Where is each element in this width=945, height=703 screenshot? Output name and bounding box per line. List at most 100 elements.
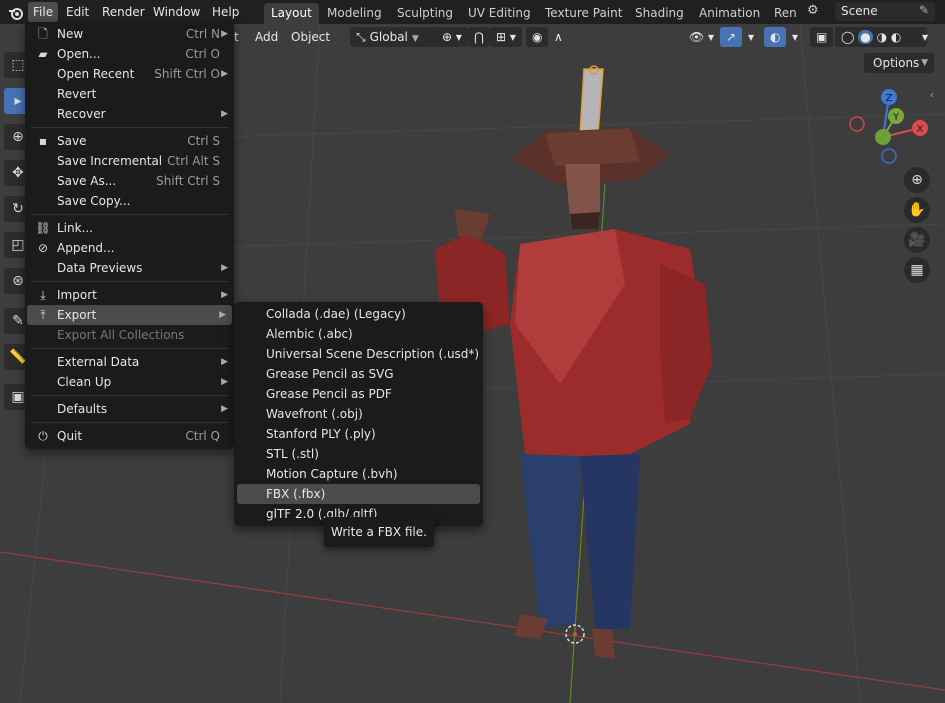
folder-icon: ▰	[38, 47, 48, 61]
export-item-stanford-ply[interactable]: Stanford PLY (.ply)	[234, 424, 483, 444]
navigation-gizmo[interactable]: X Y Z	[842, 88, 932, 178]
export-item-collada[interactable]: Collada (.dae) (Legacy)	[234, 304, 483, 324]
menu-item-save[interactable]: ▪ Save Ctrl S	[25, 131, 234, 151]
menu-item-save-copy[interactable]: Save Copy...	[25, 191, 234, 211]
menu-item-save-incremental[interactable]: Save Incremental Ctrl Alt S	[25, 151, 234, 171]
zoom-icon[interactable]: ⊕	[904, 167, 930, 193]
menu-item-shortcut: Shift Ctrl S	[156, 174, 220, 188]
menu-item-defaults[interactable]: Defaults ▶	[25, 399, 234, 419]
rendered-shading-icon[interactable]: ◐	[891, 30, 901, 44]
menu-item-revert[interactable]: Revert	[25, 84, 234, 104]
menu-item-label: Export All Collections	[57, 328, 185, 342]
menu-item-new[interactable]: 🗋 New Ctrl N ▶	[25, 24, 234, 44]
orientation-dropdown[interactable]: ⤡ Global ▼	[350, 27, 438, 47]
gizmo-dropdown-button[interactable]: ▾	[742, 27, 760, 47]
menu-item-append[interactable]: ⊘ Append...	[25, 238, 234, 258]
tab-modeling[interactable]: Modeling	[320, 3, 389, 24]
wireframe-shading-icon[interactable]: ◯	[841, 30, 854, 44]
overlay-toggle-button[interactable]: ◐	[764, 27, 787, 47]
top-bar: File Edit Render Window Help Layout Mode…	[0, 0, 945, 24]
submenu-arrow-icon: ▶	[219, 310, 226, 320]
tab-rendering-truncated[interactable]: Ren	[767, 3, 804, 24]
pivot-point-button[interactable]: ⊕ ▾	[436, 27, 468, 47]
menu-render[interactable]: Render	[97, 2, 150, 22]
tab-shading[interactable]: Shading	[628, 3, 691, 24]
snap-toggle-button[interactable]: ⋂	[468, 27, 490, 47]
menu-edit[interactable]: Edit	[61, 2, 94, 22]
gizmo-toggle-button[interactable]: ↗	[720, 27, 743, 47]
menu-item-quit[interactable]: ⏻ Quit Ctrl Q	[25, 426, 234, 446]
header-add-menu[interactable]: Add	[249, 27, 284, 47]
overlay-dropdown-button[interactable]: ▾	[786, 27, 804, 47]
menu-item-recover[interactable]: Recover ▶	[25, 104, 234, 124]
menu-item-data-previews[interactable]: Data Previews ▶	[25, 258, 234, 278]
tab-uv-editing[interactable]: UV Editing	[461, 3, 538, 24]
export-item-grease-pencil-svg[interactable]: Grease Pencil as SVG	[234, 364, 483, 384]
export-item-motion-capture-bvh[interactable]: Motion Capture (.bvh)	[234, 464, 483, 484]
camera-view-icon[interactable]: 🎥	[904, 227, 930, 253]
menu-item-label: Open Recent	[57, 67, 135, 81]
proportional-edit-button[interactable]: ◉	[526, 27, 549, 47]
menu-separator	[31, 395, 228, 396]
sidebar-expand-icon[interactable]: ‹	[930, 90, 934, 101]
shading-mode-buttons[interactable]: ◯ ● ◑ ◐	[835, 27, 927, 47]
options-button[interactable]: Options ▼	[864, 53, 934, 73]
blender-logo-icon[interactable]	[3, 2, 29, 22]
power-icon: ⏻	[38, 429, 48, 443]
export-item-usd[interactable]: Universal Scene Description (.usd*)	[234, 344, 483, 364]
tab-layout[interactable]: Layout	[264, 3, 319, 24]
export-item-label: Grease Pencil as PDF	[266, 387, 392, 401]
tab-texture-paint[interactable]: Texture Paint	[538, 3, 629, 24]
z-axis-label: Z	[886, 93, 893, 104]
save-icon: ▪	[38, 134, 48, 148]
menu-item-export[interactable]: ⤒ Export ▶	[27, 305, 232, 325]
export-item-stl[interactable]: STL (.stl)	[234, 444, 483, 464]
transform-orientation-icon: ⤡	[356, 30, 366, 44]
menu-item-label: Save Copy...	[57, 194, 131, 208]
menu-item-import[interactable]: ⤓ Import ▶	[25, 285, 234, 305]
visibility-button[interactable]: 👁 ▾	[683, 27, 720, 47]
submenu-arrow-icon: ▶	[221, 290, 228, 300]
menu-item-save-as[interactable]: Save As... Shift Ctrl S	[25, 171, 234, 191]
pin-icon[interactable]: ✎	[919, 3, 929, 17]
export-item-grease-pencil-pdf[interactable]: Grease Pencil as PDF	[234, 384, 483, 404]
menu-item-link[interactable]: ⛓ Link...	[25, 218, 234, 238]
shading-dropdown-button[interactable]: ▾	[916, 27, 934, 47]
tab-animation[interactable]: Animation	[692, 3, 767, 24]
tab-sculpting[interactable]: Sculpting	[390, 3, 460, 24]
menu-file[interactable]: File	[28, 2, 59, 22]
menu-separator	[31, 348, 228, 349]
menu-item-shortcut: Ctrl Alt S	[167, 154, 220, 168]
export-item-wavefront-obj[interactable]: Wavefront (.obj)	[234, 404, 483, 424]
submenu-arrow-icon: ▶	[221, 357, 228, 367]
snap-target-button[interactable]: ⊞ ▾	[490, 27, 522, 47]
export-item-label: Motion Capture (.bvh)	[266, 467, 398, 481]
export-item-alembic[interactable]: Alembic (.abc)	[234, 324, 483, 344]
menu-item-external-data[interactable]: External Data ▶	[25, 352, 234, 372]
header-object-menu[interactable]: Object	[285, 27, 336, 47]
submenu-arrow-icon: ▶	[221, 263, 228, 273]
menu-item-clean-up[interactable]: Clean Up ▶	[25, 372, 234, 392]
menu-item-open-recent[interactable]: Open Recent Shift Ctrl O ▶	[25, 64, 234, 84]
orientation-value: Global	[369, 30, 408, 44]
menu-separator	[31, 281, 228, 282]
submenu-arrow-icon: ▶	[221, 29, 228, 39]
menu-item-open[interactable]: ▰ Open... Ctrl O	[25, 44, 234, 64]
export-item-label: Wavefront (.obj)	[266, 407, 363, 421]
export-item-label: Alembic (.abc)	[266, 327, 353, 341]
export-item-fbx[interactable]: FBX (.fbx)	[237, 484, 480, 504]
menu-window[interactable]: Window	[148, 2, 205, 22]
xray-toggle-button[interactable]: ▣	[810, 27, 834, 47]
file-menu-dropdown: 🗋 New Ctrl N ▶ ▰ Open... Ctrl O Open Rec…	[25, 22, 234, 449]
scene-icon[interactable]: ⚙	[807, 3, 819, 18]
pan-hand-icon[interactable]: ✋	[904, 197, 930, 223]
menu-help[interactable]: Help	[207, 2, 244, 22]
solid-shading-icon[interactable]: ●	[858, 30, 873, 44]
x-axis-label: X	[917, 124, 924, 135]
scene-selector[interactable]: Scene ✎	[835, 2, 935, 21]
scene-name: Scene	[841, 4, 878, 18]
material-shading-icon[interactable]: ◑	[877, 30, 887, 44]
grid-perspective-icon[interactable]: ▦	[904, 257, 930, 283]
menu-item-label: Data Previews	[57, 261, 143, 275]
falloff-button[interactable]: ∧	[548, 27, 569, 47]
